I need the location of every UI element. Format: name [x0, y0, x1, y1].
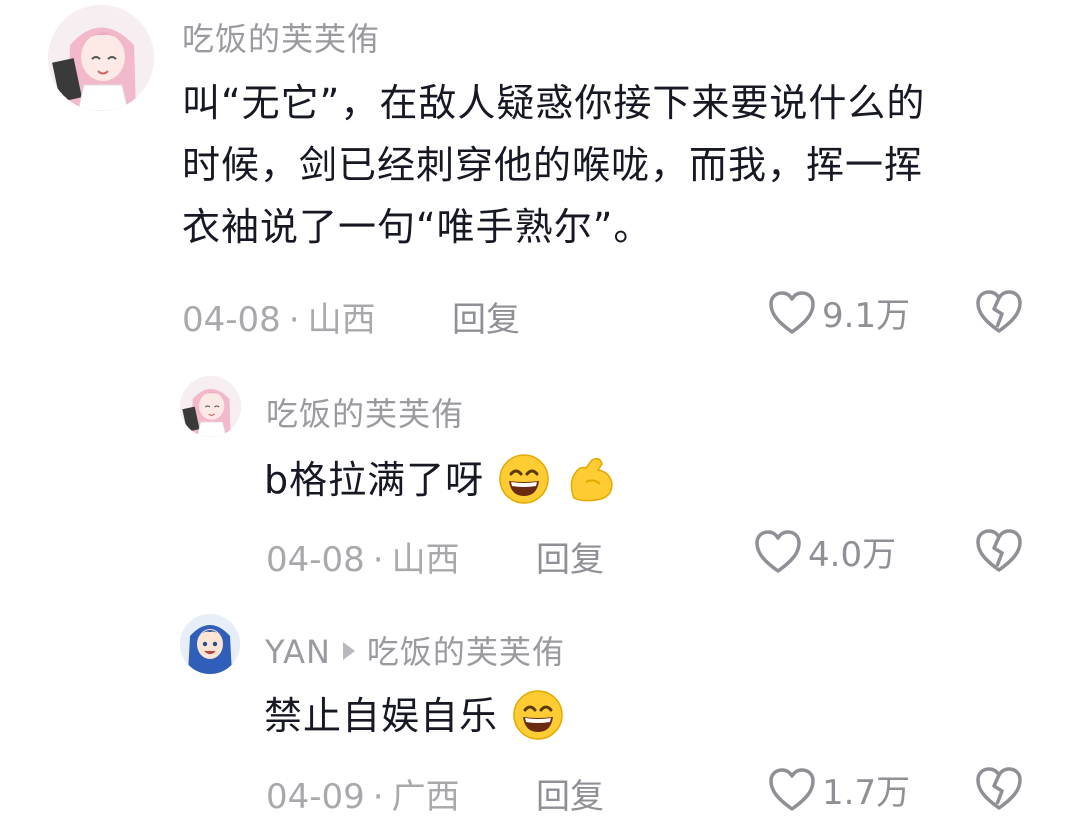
comment-text-line: 时候，剑已经刺穿他的喉咙，而我，挥一挥: [182, 143, 924, 187]
comment-text: 叫“无它”，在敌人疑惑你接下来要说什么的 时候，剑已经刺穿他的喉咙，而我，挥一挥…: [182, 72, 1042, 258]
comment-item: 吃饭的芙芙侑 b格拉满了呀 04-08 · 山西 回复 4.0万: [0, 345, 1080, 585]
comment-text-line: 叫“无它”，在敌人疑惑你接下来要说什么的: [182, 81, 926, 125]
reply-button[interactable]: 回复: [536, 532, 604, 581]
grinning-face-icon: [497, 452, 551, 506]
comment-date: 04-08: [182, 300, 281, 340]
like-count: 4.0万: [808, 535, 897, 575]
comment-text: b格拉满了呀: [264, 449, 618, 511]
heart-icon: [769, 767, 815, 811]
like-count: 9.1万: [822, 296, 911, 336]
avatar[interactable]: [180, 376, 241, 437]
comment-text-content: b格拉满了呀: [264, 458, 485, 502]
dislike-button[interactable]: [975, 766, 1023, 812]
meta-separator: ·: [372, 540, 384, 580]
comment-location: 山西: [307, 300, 376, 340]
reply-arrow-icon: [342, 642, 355, 660]
comment-item: YAN 吃饭的芙芙侑 禁止自娱自乐 04-09 · 广西 回复 1.7万: [0, 585, 1080, 818]
comment-text: 禁止自娱自乐: [264, 685, 565, 747]
like-button[interactable]: 9.1万: [768, 288, 910, 337]
avatar[interactable]: [48, 5, 154, 111]
meta-separator: ·: [372, 777, 384, 817]
anime-girl-blue-hair-avatar: [180, 614, 240, 674]
comment-meta: 04-09 · 广西: [266, 769, 460, 818]
broken-heart-icon: [976, 290, 1022, 333]
username[interactable]: YAN 吃饭的芙芙侑: [265, 627, 565, 673]
username[interactable]: 吃饭的芙芙侑: [182, 14, 380, 60]
heart-icon: [755, 529, 801, 573]
comment-item: 吃饭的芙芙侑 叫“无它”，在敌人疑惑你接下来要说什么的 时候，剑已经刺穿他的喉咙…: [0, 0, 1080, 345]
broken-heart-icon: [976, 529, 1022, 572]
meta-separator: ·: [288, 300, 300, 340]
comment-text-line: 衣袖说了一句“唯手熟尔”。: [182, 205, 653, 249]
comment-date: 04-09: [266, 777, 365, 817]
username-text[interactable]: YAN: [265, 633, 331, 671]
comment-location: 广西: [391, 777, 460, 817]
comment-text-content: 禁止自娱自乐: [264, 694, 499, 738]
comment-location: 山西: [391, 540, 460, 580]
comment-date: 04-08: [266, 540, 365, 580]
broken-heart-icon: [976, 767, 1022, 810]
flexed-biceps-icon: [564, 452, 618, 506]
like-button[interactable]: 4.0万: [754, 527, 896, 576]
username[interactable]: 吃饭的芙芙侑: [266, 389, 464, 435]
reply-to-username[interactable]: 吃饭的芙芙侑: [367, 633, 565, 671]
anime-girl-pink-hair-avatar: [48, 5, 154, 111]
dislike-button[interactable]: [975, 528, 1023, 574]
grinning-face-icon: [511, 688, 565, 742]
like-button[interactable]: 1.7万: [768, 765, 910, 814]
anime-girl-pink-hair-avatar: [180, 376, 241, 437]
comment-meta: 04-08 · 山西: [266, 532, 460, 581]
comment-meta: 04-08 · 山西: [182, 292, 376, 341]
dislike-button[interactable]: [975, 289, 1023, 335]
avatar[interactable]: [180, 614, 240, 674]
reply-button[interactable]: 回复: [452, 292, 520, 341]
heart-icon: [769, 290, 815, 334]
like-count: 1.7万: [822, 773, 911, 813]
reply-button[interactable]: 回复: [536, 769, 604, 818]
